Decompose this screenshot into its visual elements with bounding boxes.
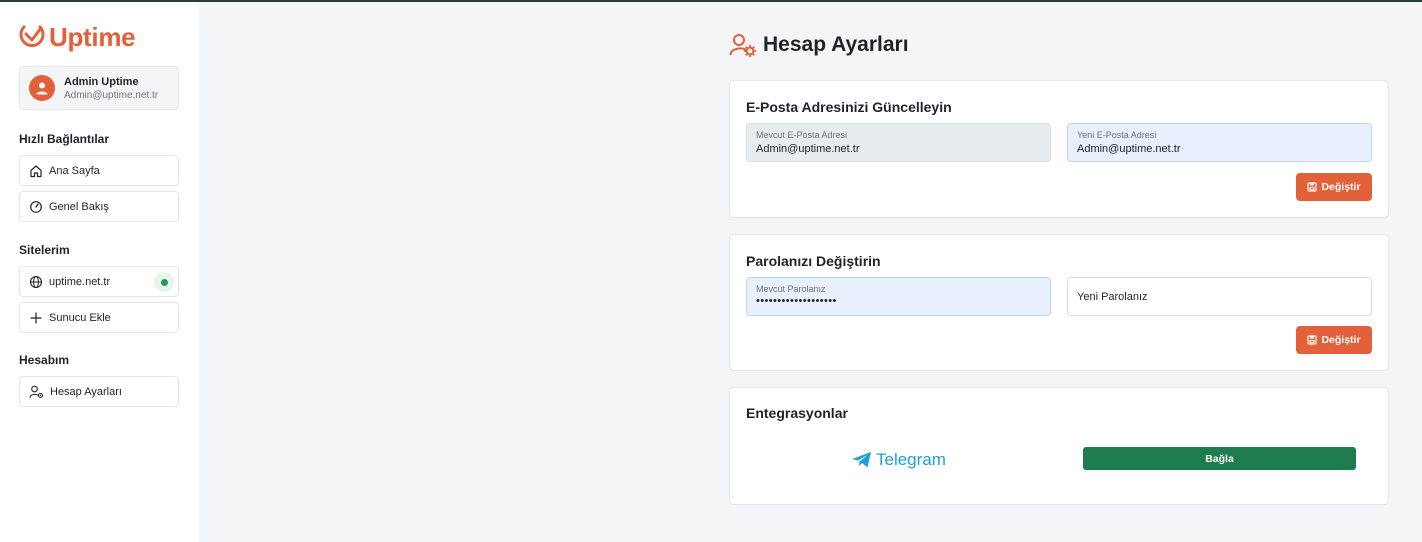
- telegram-integration: Telegram: [851, 450, 946, 470]
- current-email-field: Mevcut E-Posta Adresi Admin@uptime.net.t…: [746, 123, 1051, 162]
- add-server-button[interactable]: Sunucu Ekle: [19, 302, 179, 333]
- top-border: [0, 0, 1422, 2]
- sidebar: Uptime Admin Uptime Admin@uptime.net.tr …: [0, 2, 199, 542]
- current-email-label: Mevcut E-Posta Adresi: [756, 130, 848, 140]
- user-gear-icon: [29, 385, 44, 398]
- plus-icon: [30, 311, 42, 324]
- sites-title: Sitelerim: [19, 243, 70, 257]
- current-password-field[interactable]: Mevcut Parolanız •••••••••••••••••••: [746, 277, 1051, 316]
- password-card-title: Parolanızı Değiştirin: [746, 253, 881, 269]
- add-server-label: Sunucu Ekle: [49, 311, 111, 324]
- user-name: Admin Uptime: [64, 75, 139, 88]
- new-password-placeholder: Yeni Parolanız: [1077, 291, 1148, 303]
- password-card: Parolanızı Değiştirin Mevcut Parolanız •…: [729, 234, 1389, 371]
- new-email-value[interactable]: Admin@uptime.net.tr: [1077, 143, 1181, 155]
- change-email-button[interactable]: Değiştir: [1296, 173, 1372, 201]
- account-title: Hesabım: [19, 353, 70, 367]
- new-password-field[interactable]: Yeni Parolanız: [1067, 277, 1372, 316]
- quick-links-title: Hızlı Bağlantılar: [19, 132, 110, 146]
- status-badge: [154, 272, 174, 292]
- uptime-logo-icon: [19, 25, 45, 47]
- sidebar-item-home[interactable]: Ana Sayfa: [19, 155, 179, 186]
- telegram-label: Telegram: [876, 450, 946, 469]
- current-email-value: Admin@uptime.net.tr: [756, 143, 860, 155]
- user-icon: [36, 82, 48, 95]
- sidebar-item-site[interactable]: uptime.net.tr: [19, 266, 179, 297]
- integrations-card: Entegrasyonlar Telegram Bağla: [729, 387, 1389, 505]
- logo-text: Uptime: [49, 22, 136, 52]
- save-icon: [1307, 182, 1318, 192]
- globe-icon: [29, 275, 43, 288]
- email-card-title: E-Posta Adresinizi Güncelleyin: [746, 99, 952, 115]
- connect-telegram-button[interactable]: Bağla: [1083, 447, 1356, 470]
- avatar: [29, 75, 55, 101]
- page-title-text: Hesap Ayarları: [763, 33, 909, 56]
- new-email-label: Yeni E-Posta Adresi: [1077, 130, 1157, 140]
- change-password-button[interactable]: Değiştir: [1296, 326, 1372, 354]
- home-icon: [30, 164, 42, 177]
- sidebar-item-label: Hesap Ayarları: [50, 385, 122, 398]
- integrations-card-title: Entegrasyonlar: [746, 405, 848, 421]
- telegram-icon: [852, 452, 871, 468]
- new-email-field[interactable]: Yeni E-Posta Adresi Admin@uptime.net.tr: [1067, 123, 1372, 162]
- user-card[interactable]: Admin Uptime Admin@uptime.net.tr: [19, 66, 179, 110]
- sidebar-item-label: uptime.net.tr: [49, 275, 111, 288]
- sidebar-item-overview[interactable]: Genel Bakış: [19, 191, 179, 222]
- sidebar-item-label: Genel Bakış: [49, 200, 109, 213]
- gauge-icon: [30, 200, 42, 213]
- user-email: Admin@uptime.net.tr: [64, 89, 159, 101]
- email-card: E-Posta Adresinizi Güncelleyin Mevcut E-…: [729, 80, 1389, 218]
- page-title: Hesap Ayarları: [729, 33, 909, 57]
- change-password-label: Değiştir: [1321, 334, 1361, 346]
- change-email-label: Değiştir: [1321, 181, 1361, 193]
- app-logo[interactable]: Uptime: [19, 22, 136, 52]
- current-password-label: Mevcut Parolanız: [756, 284, 826, 294]
- save-icon: [1307, 335, 1318, 345]
- current-password-value[interactable]: •••••••••••••••••••: [756, 295, 837, 307]
- sidebar-item-account-settings[interactable]: Hesap Ayarları: [19, 376, 179, 407]
- sidebar-item-label: Ana Sayfa: [49, 164, 100, 177]
- user-gear-icon: [729, 34, 757, 57]
- online-status-dot: [160, 278, 168, 286]
